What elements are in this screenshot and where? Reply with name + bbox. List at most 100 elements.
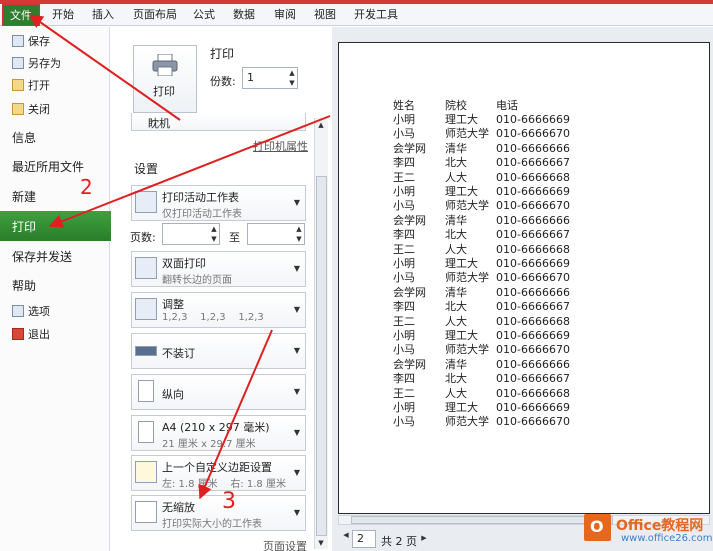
tab-review[interactable]: 审阅 xyxy=(274,4,296,26)
preview-cell-school: 北大 xyxy=(445,300,467,314)
printer-properties-link[interactable]: 打印机属性 xyxy=(253,138,308,154)
tab-insert[interactable]: 插入 xyxy=(92,4,114,26)
preview-cell-name: 王二 xyxy=(393,242,415,256)
preview-h-scrollbar-thumb[interactable] xyxy=(351,516,613,524)
preview-cell-name: 李四 xyxy=(393,228,415,242)
portrait-icon xyxy=(138,380,154,402)
logo-url: www.office26.com xyxy=(621,533,713,544)
page-setup-link[interactable]: 页面设置 xyxy=(263,538,307,551)
preview-cell-phone: 010-6666668 xyxy=(496,386,570,400)
orientation-select[interactable]: 纵向 ▼ xyxy=(131,374,306,410)
scroll-down-icon[interactable]: ▼ xyxy=(316,538,326,548)
preview-cell-school: 人大 xyxy=(445,170,467,184)
margins-sub: 左: 1.8 厘米 右: 1.8 厘米 xyxy=(162,479,286,490)
tab-view[interactable]: 视图 xyxy=(314,4,336,26)
prev-page-icon[interactable]: ◀ xyxy=(341,530,351,540)
preview-cell-name: 小马 xyxy=(393,127,415,141)
preview-cell-name: 李四 xyxy=(393,300,415,314)
nav-info[interactable]: 信息 xyxy=(12,129,36,146)
page-to-down-icon[interactable]: ▼ xyxy=(294,234,304,244)
preview-cell-phone: 010-6666669 xyxy=(496,257,570,270)
preview-cell-name: 会学网 xyxy=(393,357,426,371)
preview-cell-school: 师范大学 xyxy=(445,415,489,429)
scroll-up-icon[interactable]: ▲ xyxy=(316,120,326,130)
tab-developer[interactable]: 开发工具 xyxy=(354,4,398,26)
scaling-main: 无缩放 xyxy=(162,501,195,514)
paper-size-sub: 21 厘米 x 29.7 厘米 xyxy=(162,439,256,450)
preview-cell-name: 小马 xyxy=(393,415,415,429)
preview-cell-phone: 010-6666668 xyxy=(496,170,570,184)
copies-up-icon[interactable]: ▲ xyxy=(287,68,297,78)
page-from-up-icon[interactable]: ▲ xyxy=(209,224,219,234)
preview-cell-phone: 010-6666666 xyxy=(496,285,570,299)
preview-cell-school: 北大 xyxy=(445,228,467,242)
collate-select[interactable]: 调整 1,2,3 1,2,3 1,2,3 ▼ xyxy=(131,292,306,328)
nav-new[interactable]: 新建 xyxy=(12,188,36,205)
preview-cell-name: 王二 xyxy=(393,386,415,400)
nav-close[interactable]: 关闭 xyxy=(12,101,50,119)
preview-cell-phone: 010-6666669 xyxy=(496,113,570,126)
preview-header-school: 院校 xyxy=(445,99,467,112)
preview-cell-school: 师范大学 xyxy=(445,271,489,285)
duplex-icon xyxy=(135,257,157,279)
options-icon xyxy=(12,305,24,317)
preview-cell-school: 理工大 xyxy=(445,329,478,342)
tab-data[interactable]: 数据 xyxy=(233,4,255,26)
print-what-select[interactable]: 打印活动工作表 仅打印活动工作表 ▼ xyxy=(131,185,306,221)
nav-save[interactable]: 保存 xyxy=(12,33,50,51)
page-to-up-icon[interactable]: ▲ xyxy=(294,224,304,234)
nav-save-label: 保存 xyxy=(28,35,50,48)
tab-formulas[interactable]: 公式 xyxy=(193,4,215,26)
chevron-down-icon: ▼ xyxy=(293,387,300,396)
page-number-input[interactable]: 2 xyxy=(352,530,376,548)
paper-size-select[interactable]: A4 (210 x 297 毫米) 21 厘米 x 29.7 厘米 ▼ xyxy=(131,415,306,451)
tab-page-layout[interactable]: 页面布局 xyxy=(133,4,177,26)
preview-header-phone: 电话 xyxy=(496,99,518,112)
preview-cell-name: 小明 xyxy=(393,329,415,342)
nav-open[interactable]: 打开 xyxy=(12,77,50,95)
scaling-sub: 打印实际大小的工作表 xyxy=(162,519,262,530)
tab-home[interactable]: 开始 xyxy=(52,4,74,26)
next-page-icon[interactable]: ▶ xyxy=(419,533,429,543)
copies-down-icon[interactable]: ▼ xyxy=(287,78,297,88)
nav-recent[interactable]: 最近所用文件 xyxy=(12,158,84,175)
tab-file[interactable]: 文件 xyxy=(2,4,40,26)
preview-cell-school: 人大 xyxy=(445,386,467,400)
preview-cell-phone: 010-6666670 xyxy=(496,199,570,213)
settings-scrollbar-thumb[interactable] xyxy=(316,176,327,536)
margins-select[interactable]: 上一个自定义边距设置 左: 1.8 厘米 右: 1.8 厘米 ▼ xyxy=(131,455,306,491)
nav-exit[interactable]: 退出 xyxy=(12,326,50,344)
preview-cell-phone: 010-6666670 xyxy=(496,343,570,357)
nav-save-as[interactable]: 另存为 xyxy=(12,55,61,73)
ribbon-tab-bar: 文件 开始 插入 页面布局 公式 数据 审阅 视图 开发工具 xyxy=(0,4,713,26)
printer-select[interactable]: 眈机 xyxy=(131,113,306,131)
nav-options[interactable]: 选项 xyxy=(12,303,50,321)
staple-select[interactable]: 不装订 ▼ xyxy=(131,333,306,369)
staple-main: 不装订 xyxy=(162,347,195,360)
print-heading: 打印 xyxy=(210,47,235,61)
scaling-icon xyxy=(135,501,157,523)
duplex-main: 双面打印 xyxy=(162,257,206,270)
preview-cell-school: 清华 xyxy=(445,213,467,227)
nav-options-label: 选项 xyxy=(28,305,50,318)
preview-cell-name: 小明 xyxy=(393,113,415,126)
nav-help[interactable]: 帮助 xyxy=(12,277,36,294)
settings-heading: 设置 xyxy=(134,162,159,176)
preview-cell-name: 小马 xyxy=(393,271,415,285)
preview-cell-name: 会学网 xyxy=(393,141,426,155)
preview-cell-name: 王二 xyxy=(393,170,415,184)
nav-exit-label: 退出 xyxy=(28,328,50,341)
chevron-down-icon: ▼ xyxy=(293,346,300,355)
preview-cell-phone: 010-6666667 xyxy=(496,372,570,386)
preview-cell-phone: 010-6666670 xyxy=(496,127,570,141)
page-from-down-icon[interactable]: ▼ xyxy=(209,234,219,244)
chevron-down-icon: ▼ xyxy=(293,198,300,207)
preview-cell-name: 会学网 xyxy=(393,213,426,227)
scaling-select[interactable]: 无缩放 打印实际大小的工作表 ▼ xyxy=(131,495,306,531)
nav-save-send[interactable]: 保存并发送 xyxy=(12,248,72,265)
duplex-select[interactable]: 双面打印 翻转长边的页面 ▼ xyxy=(131,251,306,287)
preview-cell-school: 人大 xyxy=(445,314,467,328)
nav-print[interactable]: 打印 xyxy=(0,211,121,241)
preview-cell-phone: 010-6666669 xyxy=(496,185,570,198)
stapler-icon xyxy=(135,346,157,356)
